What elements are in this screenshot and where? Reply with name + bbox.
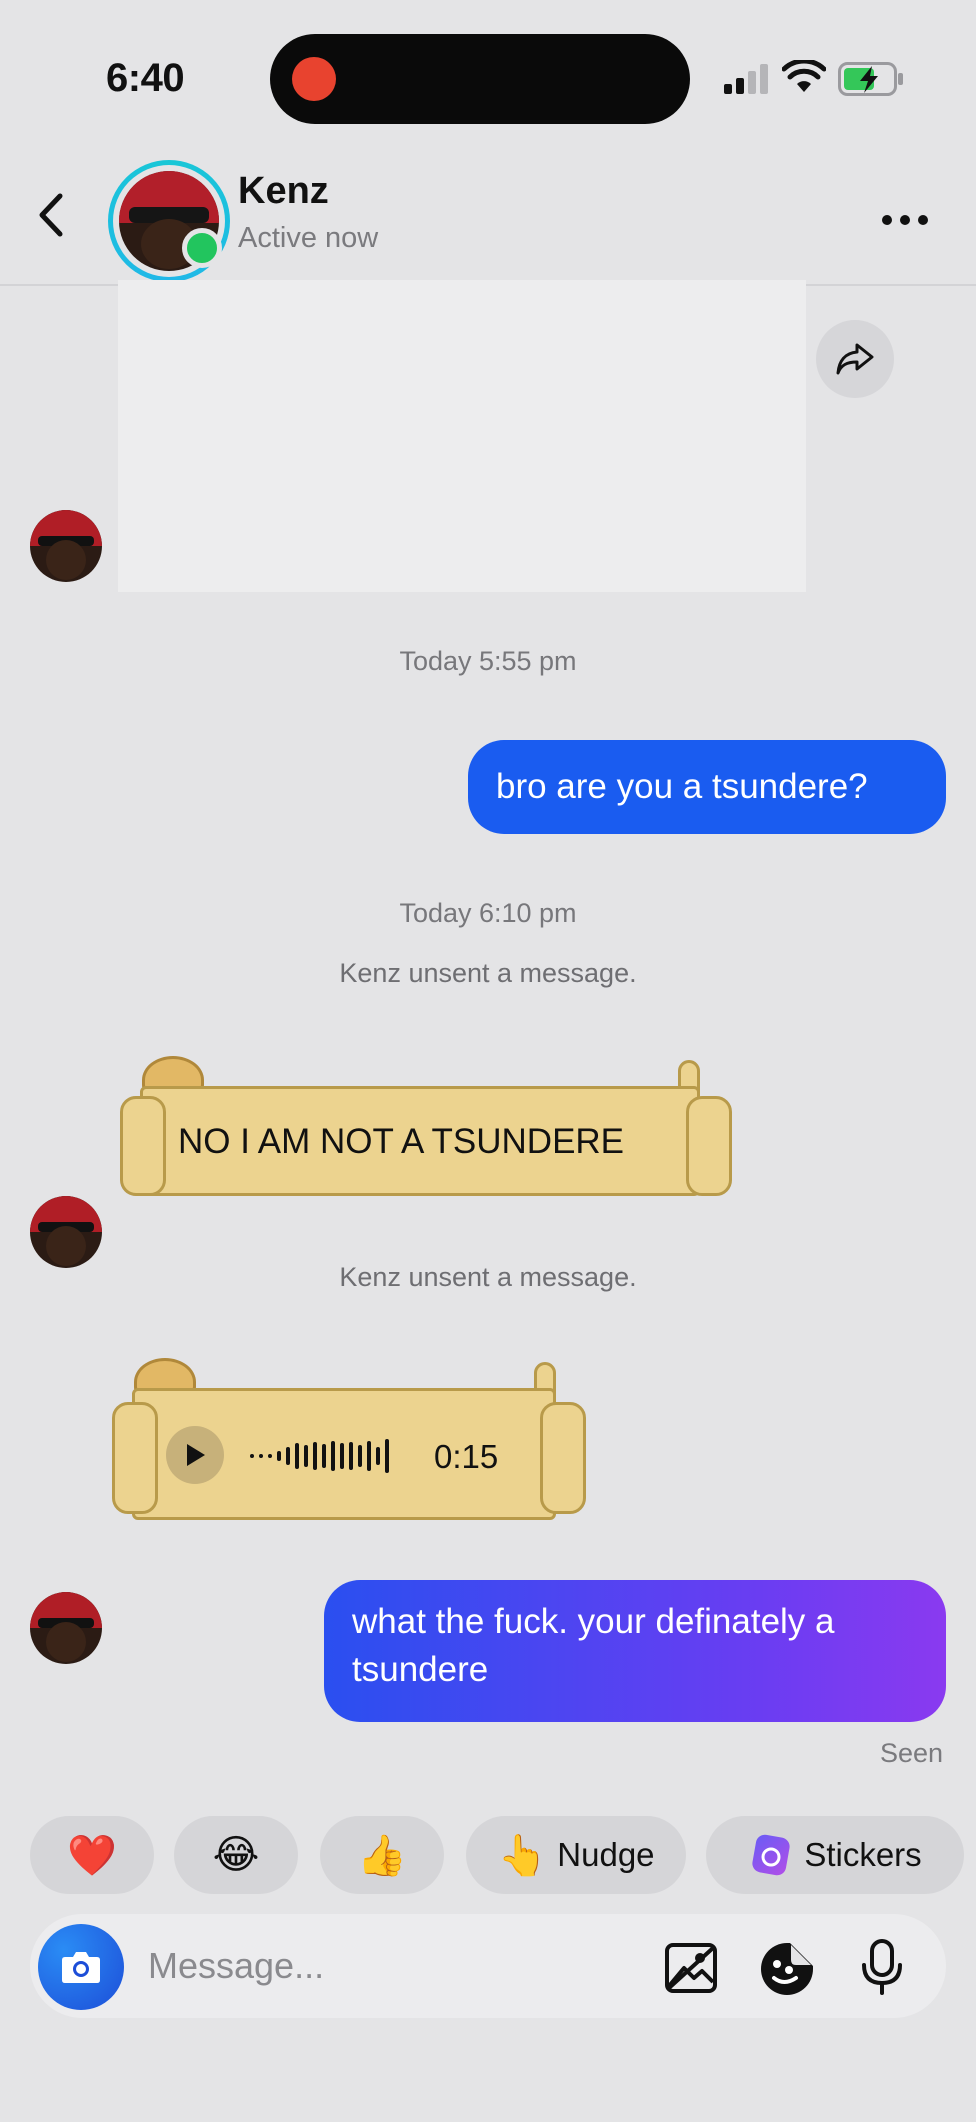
camera-icon bbox=[62, 1952, 100, 1983]
forward-share-button[interactable] bbox=[816, 320, 894, 398]
unsent-notice: Kenz unsent a message. bbox=[339, 958, 637, 988]
outgoing-message[interactable]: what the fuck. your definately a tsunder… bbox=[324, 1580, 946, 1722]
outgoing-message[interactable]: bro are you a tsundere? bbox=[468, 740, 946, 834]
cellular-signal-icon bbox=[724, 62, 774, 99]
sticker-text: NO I AM NOT A TSUNDERE bbox=[178, 1122, 625, 1161]
shared-media-message[interactable] bbox=[118, 280, 806, 592]
pointing-hand-icon: 👆 bbox=[497, 1833, 548, 1878]
seen-receipt: Seen bbox=[880, 1738, 944, 1768]
doge-sticker-message[interactable]: NO I AM NOT A TSUNDERE bbox=[118, 1052, 732, 1200]
chat-header: Kenz Active now bbox=[0, 140, 976, 286]
sender-avatar[interactable] bbox=[30, 1592, 102, 1664]
quick-reaction-thumbs-up[interactable]: 👍 bbox=[320, 1816, 444, 1894]
quick-reaction-heart[interactable]: ❤️ bbox=[30, 1816, 154, 1894]
contact-active-status: Active now bbox=[238, 222, 379, 254]
back-chevron-icon[interactable] bbox=[34, 192, 68, 243]
unsent-notice: Kenz unsent a message. bbox=[339, 1262, 637, 1292]
more-options-icon[interactable] bbox=[882, 212, 928, 230]
recording-indicator bbox=[292, 57, 336, 101]
stickers-button[interactable]: Stickers bbox=[706, 1816, 964, 1894]
nudge-label: Nudge bbox=[557, 1836, 655, 1873]
message-input[interactable] bbox=[148, 1936, 548, 1996]
audio-waveform[interactable] bbox=[250, 1436, 389, 1476]
active-status-dot bbox=[182, 228, 222, 268]
share-arrow-icon bbox=[836, 343, 874, 375]
stickers-label: Stickers bbox=[804, 1836, 922, 1873]
gallery-image-icon[interactable] bbox=[664, 1942, 718, 1999]
play-button[interactable] bbox=[166, 1426, 224, 1484]
thumbs-up-icon: 👍 bbox=[357, 1833, 407, 1878]
dynamic-island bbox=[270, 34, 690, 124]
battery-charging-icon bbox=[838, 62, 904, 101]
nudge-button[interactable]: 👆 Nudge bbox=[466, 1816, 686, 1894]
quick-reaction-laugh[interactable]: 😂 bbox=[174, 1816, 298, 1894]
sender-avatar[interactable] bbox=[30, 1196, 102, 1268]
message-composer bbox=[30, 1914, 946, 2018]
laughing-face-icon: 😂 bbox=[212, 1833, 260, 1877]
heart-icon: ❤️ bbox=[67, 1833, 117, 1878]
status-time: 6:40 bbox=[106, 56, 185, 100]
play-icon bbox=[187, 1444, 205, 1466]
message-timestamp: Today 5:55 pm bbox=[399, 646, 577, 676]
sticker-face-icon[interactable] bbox=[758, 1940, 816, 2003]
voice-message[interactable]: 0:15 bbox=[110, 1356, 586, 1524]
camera-button[interactable] bbox=[38, 1924, 124, 2010]
sticker-icon bbox=[752, 1834, 790, 1876]
voice-duration: 0:15 bbox=[434, 1438, 499, 1475]
sender-avatar[interactable] bbox=[30, 510, 102, 582]
contact-name[interactable]: Kenz bbox=[238, 170, 329, 213]
message-text: what the fuck. your definately a tsunder… bbox=[352, 1602, 835, 1689]
message-timestamp: Today 6:10 pm bbox=[399, 898, 577, 928]
wifi-icon bbox=[781, 58, 827, 99]
message-text: bro are you a tsundere? bbox=[496, 767, 868, 806]
microphone-icon[interactable] bbox=[860, 1938, 904, 2001]
